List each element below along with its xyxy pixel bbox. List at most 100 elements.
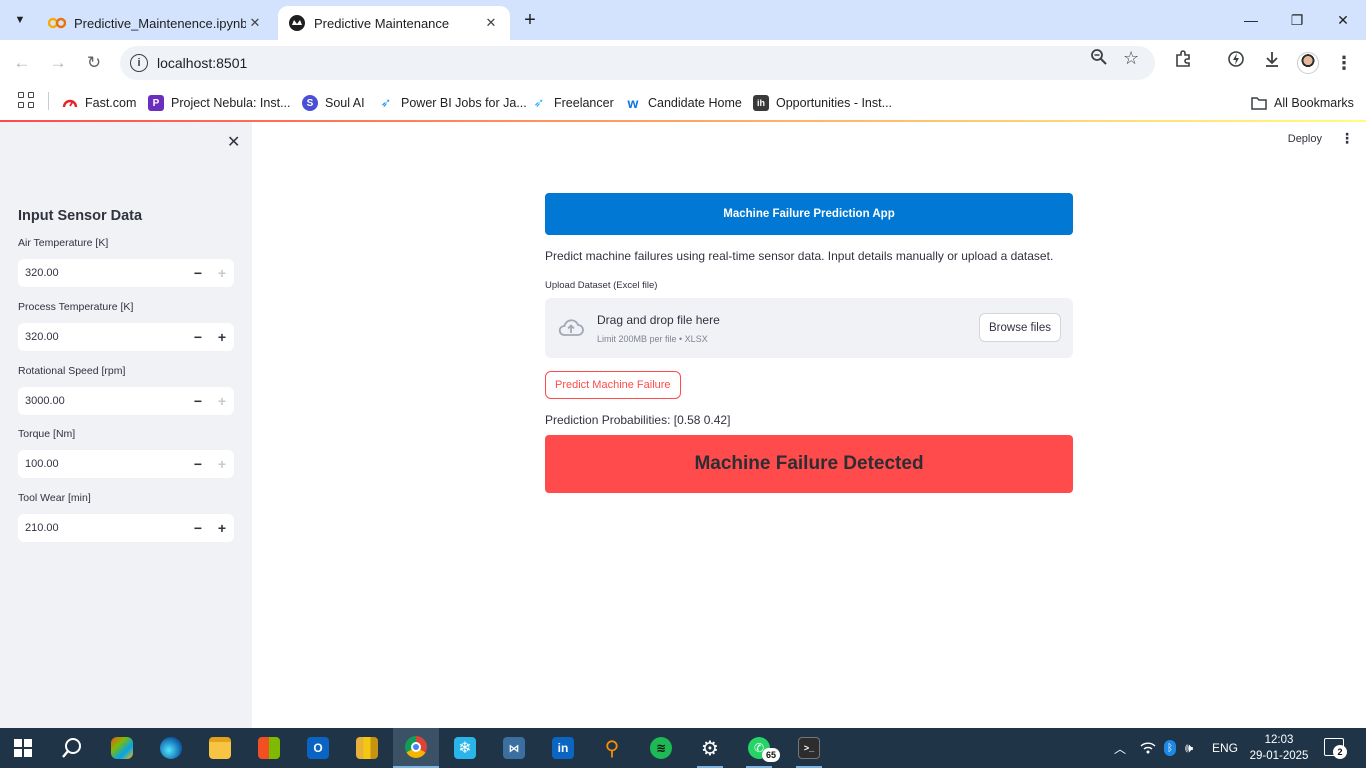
tab-predictive-maintenance[interactable]: Predictive Maintenance ✕ [278, 6, 510, 40]
profile-avatar[interactable] [1297, 52, 1319, 74]
bookmark-power-bi-jobs[interactable]: ➶ Power BI Jobs for Ja... [378, 92, 527, 114]
cloud-upload-icon [557, 316, 585, 338]
outlook-icon: O [307, 737, 329, 759]
extensions-icon[interactable] [1170, 50, 1196, 76]
increment-button[interactable]: + [210, 393, 234, 409]
forward-arrow-icon[interactable]: → [46, 51, 70, 75]
input-value[interactable]: 320.00 [18, 331, 186, 343]
reload-icon[interactable]: ↻ [82, 51, 106, 75]
bluetooth-icon[interactable]: ᛒ [1164, 728, 1176, 768]
mysql-workbench-app[interactable]: ⋈ [491, 728, 537, 768]
dropzone-instructions: Drag and drop file here [597, 313, 720, 327]
close-sidebar-icon[interactable]: ✕ [227, 132, 240, 152]
close-window-icon[interactable]: ✕ [1320, 0, 1366, 40]
bookmark-label: Power BI Jobs for Ja... [401, 96, 527, 110]
back-arrow-icon[interactable]: ← [10, 51, 34, 75]
predict-button[interactable]: Predict Machine Failure [545, 371, 681, 399]
start-button[interactable] [0, 728, 46, 768]
outlook-app[interactable]: O [295, 728, 341, 768]
number-input[interactable]: 320.00 − + [18, 259, 234, 287]
number-input[interactable]: 100.00 − + [18, 450, 234, 478]
increment-button[interactable]: + [210, 329, 234, 345]
tray-chevron-icon[interactable]: ︿ [1114, 728, 1126, 768]
bookmark-candidate-home[interactable]: w Candidate Home [625, 92, 742, 114]
input-value[interactable]: 210.00 [18, 522, 186, 534]
restore-icon[interactable]: ❐ [1274, 0, 1320, 40]
bookmark-project-nebula[interactable]: P Project Nebula: Inst... [148, 92, 291, 114]
settings-app[interactable]: ⚙ [687, 728, 733, 768]
terminal-app[interactable]: >_ [786, 728, 832, 768]
copilot-icon [111, 737, 133, 759]
file-explorer-app[interactable] [197, 728, 243, 768]
site-info-icon[interactable]: i [130, 54, 148, 72]
fastcom-icon [62, 95, 78, 111]
number-input[interactable]: 210.00 − + [18, 514, 234, 542]
tab-search-chevron-icon[interactable]: ▼ [8, 8, 32, 32]
increment-button[interactable]: + [210, 520, 234, 536]
soulai-icon: S [302, 95, 318, 111]
language-indicator[interactable]: ENG [1212, 728, 1238, 768]
notification-count: 2 [1333, 745, 1347, 759]
linkedin-app[interactable]: in [540, 728, 586, 768]
decrement-button[interactable]: − [186, 329, 210, 345]
browse-files-button[interactable]: Browse files [979, 313, 1061, 342]
input-value[interactable]: 100.00 [18, 458, 186, 470]
taskbar: O ❄ ⋈ in ⚲ ≋ ⚙ ✆ 65 >_ ︿ ᛒ 🕪 ENG 12:03 2… [0, 728, 1366, 768]
main-menu-icon[interactable]: ⋮ [1340, 130, 1354, 147]
input-value[interactable]: 3000.00 [18, 395, 186, 407]
decrement-button[interactable]: − [186, 393, 210, 409]
powerbi-icon [356, 737, 378, 759]
store-app[interactable] [246, 728, 292, 768]
bookmark-soul-ai[interactable]: S Soul AI [302, 92, 365, 114]
volume-icon[interactable]: 🕪 [1185, 728, 1193, 768]
powerbi-app[interactable] [344, 728, 390, 768]
notification-center-icon[interactable]: 2 [1324, 738, 1347, 759]
edge-app[interactable] [148, 728, 194, 768]
number-input[interactable]: 320.00 − + [18, 323, 234, 351]
download-icon[interactable] [1259, 50, 1285, 76]
copilot-app[interactable] [99, 728, 145, 768]
air-temperature-field: Air Temperature [K] 320.00 − + [18, 237, 234, 287]
tab-title: Predictive Maintenance [314, 15, 450, 31]
bookmark-fastcom[interactable]: Fast.com [62, 92, 136, 114]
increment-button[interactable]: + [210, 456, 234, 472]
main-content: Machine Failure Prediction App Predict m… [545, 193, 1073, 493]
decrement-button[interactable]: − [186, 520, 210, 536]
bookmark-opportunities[interactable]: ih Opportunities - Inst... [753, 92, 892, 114]
zoom-icon[interactable] [1090, 48, 1108, 71]
all-bookmarks-label: All Bookmarks [1274, 96, 1354, 110]
network-icon[interactable] [1140, 728, 1156, 768]
close-tab-icon[interactable]: ✕ [246, 15, 264, 31]
increment-button[interactable]: + [210, 265, 234, 281]
address-bar[interactable]: i localhost:8501 [120, 46, 1155, 80]
clock[interactable]: 12:03 29-01-2025 [1246, 732, 1312, 764]
tab-colab[interactable]: Predictive_Maintenence.ipynb - ✕ [38, 6, 274, 40]
deploy-button[interactable]: Deploy [1288, 133, 1322, 145]
tab-strip: ▼ Predictive_Maintenence.ipynb - ✕ Predi… [0, 0, 1366, 40]
bookmarks-divider [48, 92, 49, 110]
input-value[interactable]: 320.00 [18, 267, 186, 279]
snowflake-icon: ❄ [454, 737, 476, 759]
chrome-app[interactable] [393, 728, 439, 768]
bookmark-freelancer[interactable]: ➶ Freelancer [531, 92, 614, 114]
close-tab-icon[interactable]: ✕ [482, 15, 500, 31]
search-button[interactable] [49, 728, 95, 768]
bookmark-label: Freelancer [554, 96, 614, 110]
snowflake-app[interactable]: ❄ [442, 728, 488, 768]
minimize-icon[interactable]: — [1228, 0, 1274, 40]
decrement-button[interactable]: − [186, 265, 210, 281]
search-tool-app[interactable]: ⚲ [589, 728, 635, 768]
chrome-menu-icon[interactable]: ⋮ [1331, 50, 1357, 76]
window-controls: — ❐ ✕ [1228, 0, 1366, 40]
spotify-app[interactable]: ≋ [638, 728, 684, 768]
number-input[interactable]: 3000.00 − + [18, 387, 234, 415]
file-dropzone[interactable]: Drag and drop file here Limit 200MB per … [545, 298, 1073, 358]
field-label: Torque [Nm] [18, 428, 76, 440]
decrement-button[interactable]: − [186, 456, 210, 472]
whatsapp-app[interactable]: ✆ 65 [736, 728, 782, 768]
apps-grid-icon[interactable] [18, 92, 34, 108]
performance-icon[interactable] [1223, 50, 1249, 76]
bookmark-star-icon[interactable]: ☆ [1123, 48, 1139, 69]
all-bookmarks[interactable]: All Bookmarks [1251, 92, 1354, 114]
new-tab-button[interactable]: + [518, 9, 542, 33]
